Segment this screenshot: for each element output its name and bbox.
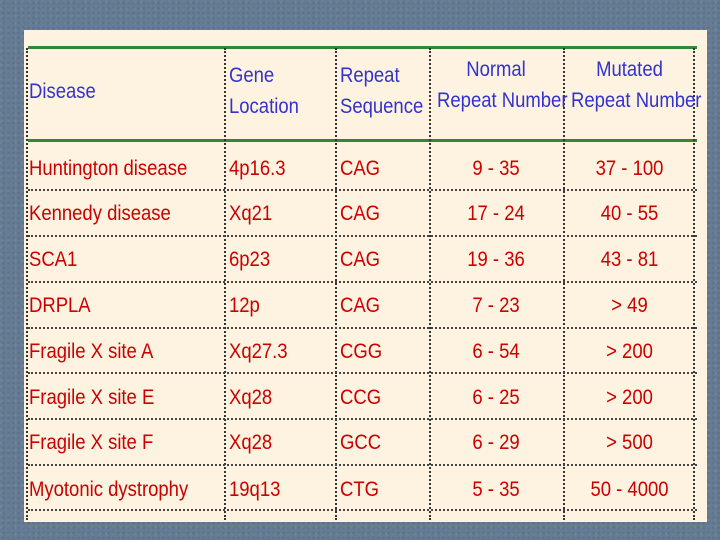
gene-location-cell: 12p bbox=[229, 294, 260, 317]
normal-repeat-cell: 6 - 54 bbox=[472, 340, 520, 363]
mutated-repeat-cell: > 200 bbox=[606, 386, 653, 409]
gene-location-cell: Xq27.3 bbox=[229, 340, 288, 363]
gene-location-cell: Xq28 bbox=[229, 431, 273, 454]
gene-location-cell: 19q13 bbox=[229, 478, 281, 501]
row-divider bbox=[28, 418, 697, 420]
header-top-rule bbox=[28, 46, 697, 49]
normal-repeat-cell: 17 - 24 bbox=[467, 202, 525, 225]
mutated-repeat-cell: 43 - 81 bbox=[600, 248, 659, 271]
header-repeat-sequence: Repeat Sequence bbox=[340, 64, 424, 118]
header-disease: Disease bbox=[29, 80, 96, 103]
repeat-sequence-cell: CAG bbox=[340, 294, 381, 317]
mutated-repeat-cell: 37 - 100 bbox=[595, 157, 664, 180]
normal-repeat-cell: 6 - 25 bbox=[472, 386, 520, 409]
header-gene-location: Gene Location bbox=[229, 64, 299, 118]
header-mutated-repeat-number: Mutated Repeat Number bbox=[570, 58, 702, 112]
column-divider bbox=[224, 48, 226, 520]
repeat-sequence-cell: GCC bbox=[340, 431, 382, 454]
row-divider bbox=[28, 189, 697, 191]
disease-cell: Huntington disease bbox=[29, 157, 188, 180]
normal-repeat-cell: 19 - 36 bbox=[467, 248, 525, 271]
column-divider bbox=[26, 48, 28, 520]
normal-repeat-cell: 5 - 35 bbox=[472, 478, 520, 501]
mutated-repeat-cell: > 500 bbox=[606, 431, 653, 454]
row-divider bbox=[28, 372, 697, 374]
repeat-sequence-cell: CAG bbox=[340, 248, 381, 271]
repeat-sequence-cell: CAG bbox=[340, 202, 381, 225]
slide: Disease Gene Location Repeat Sequence No… bbox=[24, 30, 707, 522]
gene-location-cell: 6p23 bbox=[229, 248, 271, 271]
disease-cell: Fragile X site F bbox=[29, 431, 154, 454]
row-divider bbox=[28, 281, 697, 283]
normal-repeat-cell: 6 - 29 bbox=[472, 431, 520, 454]
repeat-sequence-cell: CAG bbox=[340, 157, 381, 180]
disease-cell: SCA1 bbox=[29, 248, 78, 271]
normal-repeat-cell: 7 - 23 bbox=[472, 294, 520, 317]
normal-repeat-cell: 9 - 35 bbox=[472, 157, 520, 180]
mutated-repeat-cell: 40 - 55 bbox=[600, 202, 659, 225]
disease-cell: DRPLA bbox=[29, 294, 91, 317]
repeat-sequence-cell: CTG bbox=[340, 478, 380, 501]
column-divider bbox=[429, 48, 431, 520]
row-divider bbox=[28, 235, 697, 237]
row-divider bbox=[28, 464, 697, 466]
gene-location-cell: Xq21 bbox=[229, 202, 273, 225]
disease-cell: Kennedy disease bbox=[29, 202, 171, 225]
mutated-repeat-cell: > 200 bbox=[606, 340, 653, 363]
row-divider bbox=[28, 509, 697, 511]
repeat-sequence-cell: CGG bbox=[340, 340, 383, 363]
column-divider bbox=[693, 48, 695, 520]
row-divider bbox=[28, 327, 697, 329]
header-normal-repeat-number: Normal Repeat Number bbox=[437, 58, 568, 112]
gene-location-cell: 4p16.3 bbox=[229, 157, 286, 180]
gene-location-cell: Xq28 bbox=[229, 386, 273, 409]
disease-cell: Fragile X site A bbox=[29, 340, 154, 363]
column-divider bbox=[335, 48, 337, 520]
mutated-repeat-cell: 50 - 4000 bbox=[590, 478, 669, 501]
mutated-repeat-cell: > 49 bbox=[611, 294, 648, 317]
header-bottom-rule bbox=[28, 139, 697, 142]
disease-cell: Myotonic dystrophy bbox=[29, 478, 189, 501]
column-divider bbox=[563, 48, 565, 520]
disease-cell: Fragile X site E bbox=[29, 386, 155, 409]
repeat-sequence-cell: CCG bbox=[340, 386, 382, 409]
